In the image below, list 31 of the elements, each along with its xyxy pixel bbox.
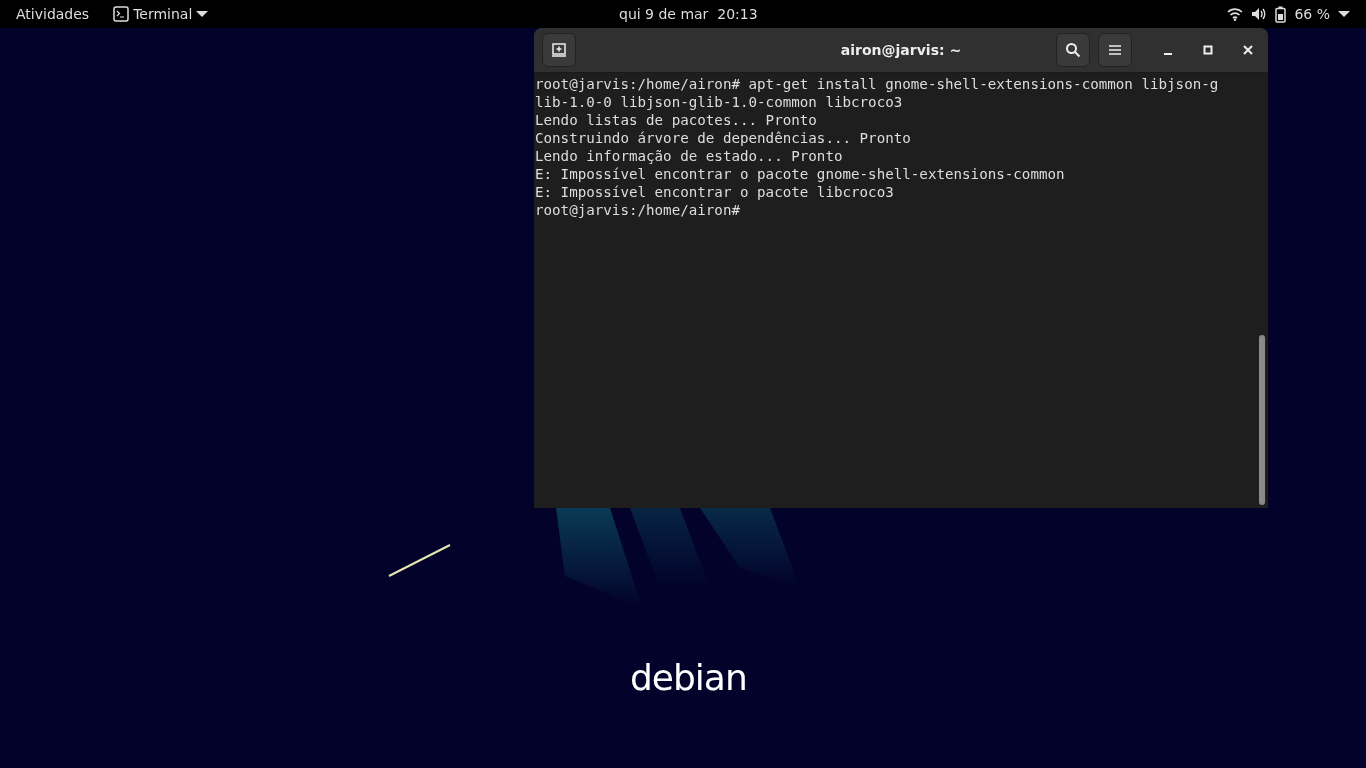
battery-percentage[interactable]: 66 %: [1294, 3, 1330, 25]
terminal-line: root@jarvis:/home/airon#: [535, 201, 740, 219]
search-button[interactable]: [1056, 33, 1090, 67]
terminal-line: Lendo listas de pacotes... Pronto: [535, 111, 817, 129]
search-icon: [1065, 42, 1081, 58]
scrollbar-thumb[interactable]: [1259, 335, 1265, 505]
activities-button[interactable]: Atividades: [16, 3, 90, 25]
terminal-line: E: Impossível encontrar o pacote libcroco3: [535, 183, 894, 201]
terminal-line: Construindo árvore de dependências... Pronto: [535, 129, 911, 147]
caret-icon[interactable]: [1338, 10, 1350, 18]
caret-icon: [196, 10, 209, 18]
maximize-icon: [1203, 45, 1213, 55]
new-tab-button[interactable]: [542, 33, 576, 67]
minimize-icon: [1163, 53, 1173, 55]
close-icon: [1243, 45, 1253, 55]
menu-button[interactable]: [1098, 33, 1132, 67]
terminal-line: root@jarvis:/home/airon# apt-get install gnome-shell-extensions-common libjson-g: [535, 75, 1219, 93]
line-mark: [387, 543, 452, 578]
new-tab-icon: [551, 42, 567, 58]
volume-icon[interactable]: [1251, 7, 1268, 21]
window-title: airon@jarvis: ~: [840, 40, 962, 60]
clock[interactable]: qui 9 de mar 20:13: [619, 3, 758, 25]
terminal-icon: [113, 6, 130, 22]
wifi-icon[interactable]: [1227, 7, 1244, 21]
menu-icon: [1108, 44, 1122, 56]
debian-logo: debian: [630, 660, 747, 696]
app-menu[interactable]: Terminal: [113, 3, 209, 25]
terminal-line: lib-1.0-0 libjson-glib-1.0-common libcroco3: [535, 93, 903, 111]
terminal-line: E: Impossível encontrar o pacote gnome-shell-extensions-common: [535, 165, 1065, 183]
terminal-line: Lendo informação de estado... Pronto: [535, 147, 843, 165]
battery-icon[interactable]: [1275, 5, 1287, 23]
